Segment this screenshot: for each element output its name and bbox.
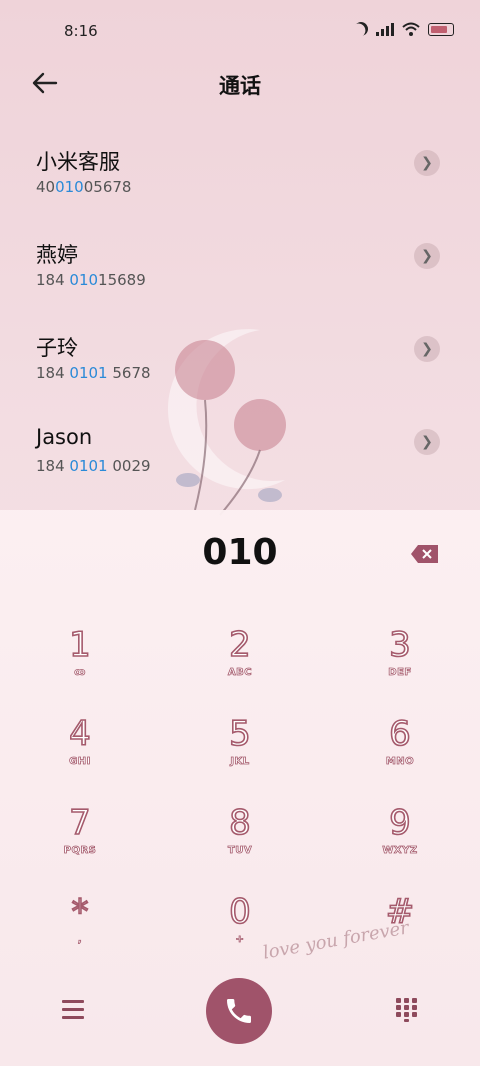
wifi-icon: [402, 22, 420, 36]
status-time: 8:16: [64, 22, 98, 40]
key-9[interactable]: 9 WXYZ: [340, 802, 460, 883]
status-icons: [354, 22, 454, 36]
contact-name: 子玲: [36, 336, 78, 360]
list-item[interactable]: 子玲 184 0101 5678 ❯: [0, 326, 480, 419]
signal-icon: [376, 22, 394, 36]
top-bar: 通话: [0, 60, 480, 108]
backspace-icon[interactable]: [410, 544, 440, 564]
battery-icon: [428, 22, 454, 36]
contact-number: 184 0101 5678: [36, 364, 151, 382]
list-item[interactable]: Jason 184 0101 0029 ❯: [0, 419, 480, 512]
key-3[interactable]: 3 DEF: [340, 624, 460, 705]
key-8[interactable]: 8 TUV: [180, 802, 300, 883]
key-5[interactable]: 5 JKL: [180, 713, 300, 794]
contact-number: 184 0101 0029: [36, 457, 151, 475]
contact-list: 小米客服 4001005678 ❯ 燕婷 184 01015689 ❯ 子玲 1…: [0, 140, 480, 512]
call-button[interactable]: [206, 978, 272, 1044]
key-2[interactable]: 2 ABC: [180, 624, 300, 705]
chevron-right-icon[interactable]: ❯: [414, 243, 440, 269]
contact-name: 小米客服: [36, 150, 120, 174]
dialed-number: 010: [202, 532, 278, 573]
key-4[interactable]: 4 GHI: [20, 713, 140, 794]
bottom-bar: [0, 958, 480, 1058]
list-item[interactable]: 燕婷 184 01015689 ❯: [0, 233, 480, 326]
page-title: 通话: [219, 74, 261, 98]
contact-name: 燕婷: [36, 243, 78, 267]
chevron-right-icon[interactable]: ❯: [414, 150, 440, 176]
status-bar: 8:16: [0, 0, 480, 60]
phone-icon: [227, 999, 251, 1023]
chevron-right-icon[interactable]: ❯: [414, 429, 440, 455]
menu-icon[interactable]: [62, 1000, 84, 1019]
key-6[interactable]: 6 MNO: [340, 713, 460, 794]
keypad-toggle-icon[interactable]: [396, 998, 418, 1022]
list-item[interactable]: 小米客服 4001005678 ❯: [0, 140, 480, 233]
contact-name: Jason: [36, 425, 93, 449]
do-not-disturb-icon: [351, 19, 370, 38]
contact-number: 4001005678: [36, 178, 132, 196]
chevron-right-icon[interactable]: ❯: [414, 336, 440, 362]
key-1[interactable]: 1ꝏ: [20, 624, 140, 705]
key-7[interactable]: 7 PQRS: [20, 802, 140, 883]
contact-number: 184 01015689: [36, 271, 146, 289]
